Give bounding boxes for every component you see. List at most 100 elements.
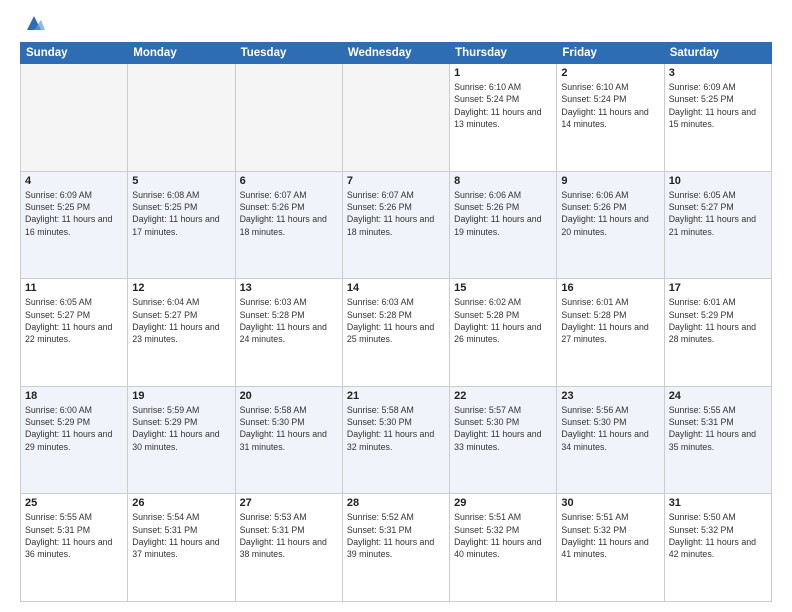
calendar-cell: 26 Sunrise: 5:54 AM Sunset: 5:31 PM Dayli… — [128, 494, 235, 602]
day-info: Sunrise: 6:00 AM Sunset: 5:29 PM Dayligh… — [25, 404, 123, 453]
weekday-header: Friday — [557, 43, 664, 64]
day-info: Sunrise: 6:01 AM Sunset: 5:28 PM Dayligh… — [561, 296, 659, 345]
day-number: 31 — [669, 497, 767, 509]
calendar-week-row: 11 Sunrise: 6:05 AM Sunset: 5:27 PM Dayli… — [21, 279, 772, 387]
day-info: Sunrise: 6:05 AM Sunset: 5:27 PM Dayligh… — [669, 189, 767, 238]
day-info: Sunrise: 6:07 AM Sunset: 5:26 PM Dayligh… — [347, 189, 445, 238]
calendar-cell: 1 Sunrise: 6:10 AM Sunset: 5:24 PM Daylig… — [450, 64, 557, 172]
day-number: 29 — [454, 497, 552, 509]
day-number: 6 — [240, 175, 338, 187]
calendar-cell — [235, 64, 342, 172]
day-info: Sunrise: 5:51 AM Sunset: 5:32 PM Dayligh… — [561, 511, 659, 560]
day-number: 27 — [240, 497, 338, 509]
calendar-cell: 20 Sunrise: 5:58 AM Sunset: 5:30 PM Dayli… — [235, 386, 342, 494]
calendar-cell: 4Sunrise: 6:09 AM Sunset: 5:25 PM Daylig… — [21, 171, 128, 279]
calendar-cell: 12 Sunrise: 6:04 AM Sunset: 5:27 PM Dayli… — [128, 279, 235, 387]
day-info: Sunrise: 5:56 AM Sunset: 5:30 PM Dayligh… — [561, 404, 659, 453]
calendar-cell: 19Sunrise: 5:59 AM Sunset: 5:29 PM Dayli… — [128, 386, 235, 494]
calendar-cell: 2 Sunrise: 6:10 AM Sunset: 5:24 PM Daylig… — [557, 64, 664, 172]
day-info: Sunrise: 5:58 AM Sunset: 5:30 PM Dayligh… — [347, 404, 445, 453]
day-info: Sunrise: 6:02 AM Sunset: 5:28 PM Dayligh… — [454, 296, 552, 345]
calendar-cell: 10 Sunrise: 6:05 AM Sunset: 5:27 PM Dayli… — [664, 171, 771, 279]
day-info: Sunrise: 6:10 AM Sunset: 5:24 PM Dayligh… — [561, 81, 659, 130]
calendar-cell: 7 Sunrise: 6:07 AM Sunset: 5:26 PM Daylig… — [342, 171, 449, 279]
day-number: 14 — [347, 282, 445, 294]
calendar-cell — [128, 64, 235, 172]
day-number: 18 — [25, 390, 123, 402]
day-info: Sunrise: 6:01 AM Sunset: 5:29 PM Dayligh… — [669, 296, 767, 345]
logo-icon — [23, 12, 45, 34]
day-info: Sunrise: 6:03 AM Sunset: 5:28 PM Dayligh… — [240, 296, 338, 345]
day-info: Sunrise: 5:54 AM Sunset: 5:31 PM Dayligh… — [132, 511, 230, 560]
calendar-cell: 30 Sunrise: 5:51 AM Sunset: 5:32 PM Dayli… — [557, 494, 664, 602]
calendar-week-row: 18 Sunrise: 6:00 AM Sunset: 5:29 PM Dayli… — [21, 386, 772, 494]
day-number: 21 — [347, 390, 445, 402]
day-info: Sunrise: 5:52 AM Sunset: 5:31 PM Dayligh… — [347, 511, 445, 560]
calendar-cell: 17 Sunrise: 6:01 AM Sunset: 5:29 PM Dayli… — [664, 279, 771, 387]
day-number: 30 — [561, 497, 659, 509]
day-number: 10 — [669, 175, 767, 187]
day-info: Sunrise: 6:07 AM Sunset: 5:26 PM Dayligh… — [240, 189, 338, 238]
calendar-cell: 8 Sunrise: 6:06 AM Sunset: 5:26 PM Daylig… — [450, 171, 557, 279]
weekday-header: Monday — [128, 43, 235, 64]
calendar-cell: 27 Sunrise: 5:53 AM Sunset: 5:31 PM Dayli… — [235, 494, 342, 602]
day-info: Sunrise: 5:55 AM Sunset: 5:31 PM Dayligh… — [25, 511, 123, 560]
day-number: 1 — [454, 67, 552, 79]
day-info: Sunrise: 6:04 AM Sunset: 5:27 PM Dayligh… — [132, 296, 230, 345]
day-number: 8 — [454, 175, 552, 187]
day-info: Sunrise: 6:06 AM Sunset: 5:26 PM Dayligh… — [454, 189, 552, 238]
day-info: Sunrise: 5:53 AM Sunset: 5:31 PM Dayligh… — [240, 511, 338, 560]
calendar-cell: 22 Sunrise: 5:57 AM Sunset: 5:30 PM Dayli… — [450, 386, 557, 494]
calendar-cell — [21, 64, 128, 172]
weekday-header: Thursday — [450, 43, 557, 64]
calendar-cell: 13 Sunrise: 6:03 AM Sunset: 5:28 PM Dayli… — [235, 279, 342, 387]
day-number: 28 — [347, 497, 445, 509]
day-number: 24 — [669, 390, 767, 402]
weekday-header: Saturday — [664, 43, 771, 64]
day-number: 3 — [669, 67, 767, 79]
calendar-cell: 28 Sunrise: 5:52 AM Sunset: 5:31 PM Dayli… — [342, 494, 449, 602]
day-info: Sunrise: 5:59 AM Sunset: 5:29 PM Dayligh… — [132, 404, 230, 453]
weekday-header: Tuesday — [235, 43, 342, 64]
day-info: Sunrise: 6:10 AM Sunset: 5:24 PM Dayligh… — [454, 81, 552, 130]
day-info: Sunrise: 6:05 AM Sunset: 5:27 PM Dayligh… — [25, 296, 123, 345]
calendar-cell: 31Sunrise: 5:50 AM Sunset: 5:32 PM Dayli… — [664, 494, 771, 602]
day-info: Sunrise: 6:08 AM Sunset: 5:25 PM Dayligh… — [132, 189, 230, 238]
day-number: 13 — [240, 282, 338, 294]
calendar-cell: 18 Sunrise: 6:00 AM Sunset: 5:29 PM Dayli… — [21, 386, 128, 494]
day-info: Sunrise: 5:57 AM Sunset: 5:30 PM Dayligh… — [454, 404, 552, 453]
calendar-cell: 16 Sunrise: 6:01 AM Sunset: 5:28 PM Dayli… — [557, 279, 664, 387]
header — [20, 16, 772, 34]
day-number: 26 — [132, 497, 230, 509]
day-number: 20 — [240, 390, 338, 402]
day-number: 15 — [454, 282, 552, 294]
day-info: Sunrise: 5:51 AM Sunset: 5:32 PM Dayligh… — [454, 511, 552, 560]
day-number: 22 — [454, 390, 552, 402]
calendar-cell: 15 Sunrise: 6:02 AM Sunset: 5:28 PM Dayli… — [450, 279, 557, 387]
day-info: Sunrise: 5:55 AM Sunset: 5:31 PM Dayligh… — [669, 404, 767, 453]
page: SundayMondayTuesdayWednesdayThursdayFrid… — [0, 0, 792, 612]
calendar-cell: 21 Sunrise: 5:58 AM Sunset: 5:30 PM Dayli… — [342, 386, 449, 494]
calendar-cell: 24 Sunrise: 5:55 AM Sunset: 5:31 PM Dayli… — [664, 386, 771, 494]
calendar-week-row: 25 Sunrise: 5:55 AM Sunset: 5:31 PM Dayli… — [21, 494, 772, 602]
day-info: Sunrise: 6:09 AM Sunset: 5:25 PM Dayligh… — [669, 81, 767, 130]
day-number: 11 — [25, 282, 123, 294]
day-info: Sunrise: 6:03 AM Sunset: 5:28 PM Dayligh… — [347, 296, 445, 345]
calendar-table: SundayMondayTuesdayWednesdayThursdayFrid… — [20, 42, 772, 602]
day-number: 2 — [561, 67, 659, 79]
calendar-cell: 5Sunrise: 6:08 AM Sunset: 5:25 PM Daylig… — [128, 171, 235, 279]
calendar-cell: 25 Sunrise: 5:55 AM Sunset: 5:31 PM Dayli… — [21, 494, 128, 602]
day-number: 12 — [132, 282, 230, 294]
day-number: 9 — [561, 175, 659, 187]
day-number: 16 — [561, 282, 659, 294]
day-number: 25 — [25, 497, 123, 509]
day-number: 7 — [347, 175, 445, 187]
day-info: Sunrise: 5:58 AM Sunset: 5:30 PM Dayligh… — [240, 404, 338, 453]
calendar-header-row: SundayMondayTuesdayWednesdayThursdayFrid… — [21, 43, 772, 64]
calendar-week-row: 1 Sunrise: 6:10 AM Sunset: 5:24 PM Daylig… — [21, 64, 772, 172]
day-number: 17 — [669, 282, 767, 294]
calendar-cell: 23Sunrise: 5:56 AM Sunset: 5:30 PM Dayli… — [557, 386, 664, 494]
calendar-cell: 14 Sunrise: 6:03 AM Sunset: 5:28 PM Dayli… — [342, 279, 449, 387]
weekday-header: Sunday — [21, 43, 128, 64]
calendar-cell: 11 Sunrise: 6:05 AM Sunset: 5:27 PM Dayli… — [21, 279, 128, 387]
